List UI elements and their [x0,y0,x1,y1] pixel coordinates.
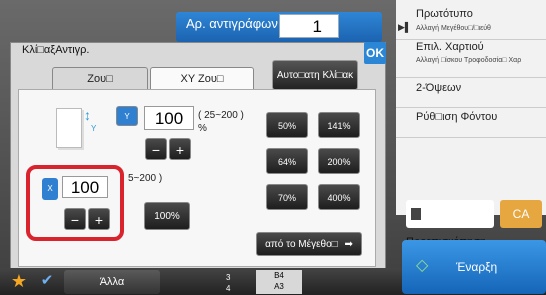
dialog-title: Κλί□αξΑντιγρ. [22,44,90,56]
preset-200-button[interactable]: 200% [318,148,360,174]
tray-number: 3 [226,273,231,282]
x-input-highlight [26,165,124,241]
y-axis-label: Y [91,124,97,133]
paper-icon [56,108,82,148]
tray-number: 4 [226,284,231,293]
copies-label: Αρ. αντιγράφων [186,16,278,31]
auto-scale-button[interactable]: Αυτο□ατη Κλί□ακ [272,60,358,90]
preview-button[interactable]: Προεπισκόπηση [406,200,494,248]
preview-icon [411,208,421,221]
original-setting[interactable]: Πρωτότυπο Αλλαγή Μεγέθου□/□ιεύθ [396,0,546,40]
star-icon[interactable]: ★ [8,269,30,293]
clear-all-button[interactable]: CA [500,200,542,228]
y-unit-label: % [198,123,207,134]
vertical-arrow-icon: ↕ [84,107,91,123]
x-range-label: 5~200 ) [128,173,163,184]
start-icon: ◇ [416,257,429,274]
duplex-setting[interactable]: 2-Όψεων [396,78,546,108]
tab-xy-zoom[interactable]: XY Ζου□ [150,67,254,89]
from-size-button[interactable]: από το Μέγεθο□ ➡ [256,232,362,256]
start-button[interactable]: ◇ Έναρξη [402,240,546,294]
preset-141-button[interactable]: 141% [318,112,360,138]
y-plus-button[interactable]: + [169,138,191,160]
y-range-label: ( 25~200 ) [198,110,244,121]
start-label: Έναρξη [456,260,498,274]
copies-input[interactable]: 1 [279,14,339,38]
arrow-right-icon: ➡ [344,239,353,250]
preset-400-button[interactable]: 400% [318,184,360,210]
check-icon[interactable]: ✔ [36,269,58,293]
y-minus-button[interactable]: − [145,138,167,160]
others-button[interactable]: Άλλα [64,270,160,294]
ok-button[interactable]: OK [364,42,386,64]
from-size-label: από το Μέγεθο□ [265,239,338,250]
y-value-input[interactable]: 100 [144,106,194,130]
y-key-button[interactable]: Y [116,106,138,126]
tray-sizes: B4 A3 [256,270,302,294]
reset-100-button[interactable]: 100% [144,202,190,230]
tray-size: B4 [274,271,284,280]
preset-64-button[interactable]: 64% [266,148,308,174]
paper-select[interactable]: Επιλ. Χαρτιού Αλλαγή □ίσκου Τροφοδοσία□ … [396,40,546,78]
preset-50-button[interactable]: 50% [266,112,308,138]
tray-size: A3 [274,282,284,291]
tab-zoom[interactable]: Ζου□ [52,67,148,89]
tray-numbers: 3 4 [226,272,230,294]
preset-70-button[interactable]: 70% [266,184,308,210]
background-setting[interactable]: Ρύθ□ιση Φόντου [396,108,546,138]
